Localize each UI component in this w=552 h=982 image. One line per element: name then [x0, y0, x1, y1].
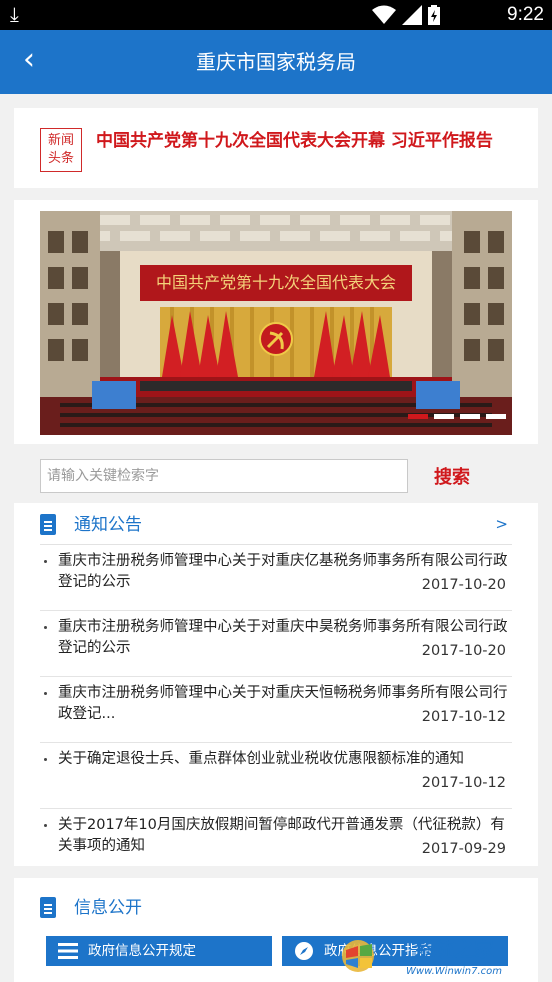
- wifi-icon: [372, 5, 396, 24]
- carousel-dot[interactable]: [460, 414, 480, 419]
- banner-image: 中国共产党第十九次全国代表大会: [40, 211, 512, 435]
- list-item[interactable]: 关于2017年10月国庆放假期间暂停邮政代开普通发票（代征税款）有关事项的通知 …: [40, 809, 512, 875]
- stamp-line-1: 新闻: [47, 133, 74, 148]
- notice-date: 2017-10-20: [417, 575, 506, 595]
- list-item[interactable]: 重庆市注册税务师管理中心关于对重庆天恒畅税务师事务所有限公司行政登记... 20…: [40, 677, 512, 743]
- banner-card: 中国共产党第十九次全国代表大会: [14, 200, 538, 444]
- battery-icon: [428, 5, 440, 25]
- download-icon: ⤓: [10, 2, 19, 26]
- headline-text: 中国共产党第十九次全国代表大会开幕 习近平作报告: [96, 131, 493, 151]
- search-button[interactable]: 搜索: [434, 463, 470, 489]
- compass-icon: [295, 942, 313, 960]
- list-icon: [58, 943, 78, 959]
- banner-caption: 中国共产党第十九次全国代表大会: [156, 273, 396, 292]
- info-public-section: 信息公开 政府信息公开规定 政府信息公开指南 系统之家 Www.Winwin7.…: [14, 878, 538, 982]
- list-item[interactable]: 重庆市注册税务师管理中心关于对重庆中昊税务师事务所有限公司行政登记的公示 201…: [40, 611, 512, 677]
- bullet-icon: [44, 758, 47, 761]
- news-stamp: 新闻 头条: [40, 128, 82, 172]
- stamp-line-2: 头条: [47, 151, 74, 166]
- app-bar: ‹ 重庆市国家税务局: [0, 30, 552, 94]
- bullet-icon: [44, 824, 47, 827]
- bullet-icon: [44, 692, 47, 695]
- notice-list: 重庆市注册税务师管理中心关于对重庆亿基税务师事务所有限公司行政登记的公示 201…: [40, 545, 512, 875]
- carousel-indicator: [408, 414, 506, 419]
- info-public-title: 信息公开: [74, 898, 142, 918]
- notices-header: 通知公告 >: [40, 511, 512, 545]
- watermark-logo: 系统之家 Www.Winwin7.com: [342, 937, 502, 977]
- info-public-header: 信息公开: [40, 894, 512, 928]
- bullet-icon: [44, 626, 47, 629]
- headline-card[interactable]: 新闻 头条 中国共产党第十九次全国代表大会开幕 习近平作报告: [14, 108, 538, 188]
- banner-carousel[interactable]: 中国共产党第十九次全国代表大会: [40, 211, 512, 435]
- watermark-url: Www.Winwin7.com: [406, 966, 502, 977]
- notice-date: 2017-09-29: [417, 839, 506, 859]
- bullet-icon: [44, 560, 47, 563]
- document-icon: [40, 514, 56, 535]
- status-bar: ⤓ 9:22: [0, 0, 552, 30]
- search-bar: 搜索: [14, 447, 538, 503]
- notices-more-link[interactable]: >: [495, 515, 508, 533]
- search-input[interactable]: [40, 459, 408, 493]
- status-time: 9:22: [507, 4, 544, 25]
- gov-info-rules-label: 政府信息公开规定: [88, 943, 196, 959]
- carousel-dot[interactable]: [434, 414, 454, 419]
- list-item[interactable]: 关于确定退役士兵、重点群体创业就业税收优惠限额标准的通知 2017-10-12: [40, 743, 512, 809]
- watermark-brand: 系统之家: [414, 937, 495, 961]
- notices-section: 通知公告 > 重庆市注册税务师管理中心关于对重庆亿基税务师事务所有限公司行政登记…: [14, 503, 538, 866]
- notice-date: 2017-10-12: [417, 773, 506, 793]
- carousel-dot[interactable]: [408, 414, 428, 419]
- signal-icon: [402, 5, 422, 25]
- page-title: 重庆市国家税务局: [196, 50, 356, 74]
- document-icon: [40, 897, 56, 918]
- status-icons: [372, 5, 440, 25]
- notices-title: 通知公告: [74, 515, 142, 535]
- carousel-dot[interactable]: [486, 414, 506, 419]
- gov-info-rules-button[interactable]: 政府信息公开规定: [46, 936, 272, 966]
- list-item[interactable]: 重庆市注册税务师管理中心关于对重庆亿基税务师事务所有限公司行政登记的公示 201…: [40, 545, 512, 611]
- notice-title: 关于确定退役士兵、重点群体创业就业税收优惠限额标准的通知: [58, 751, 464, 767]
- notice-date: 2017-10-20: [417, 641, 506, 661]
- notice-date: 2017-10-12: [417, 707, 506, 727]
